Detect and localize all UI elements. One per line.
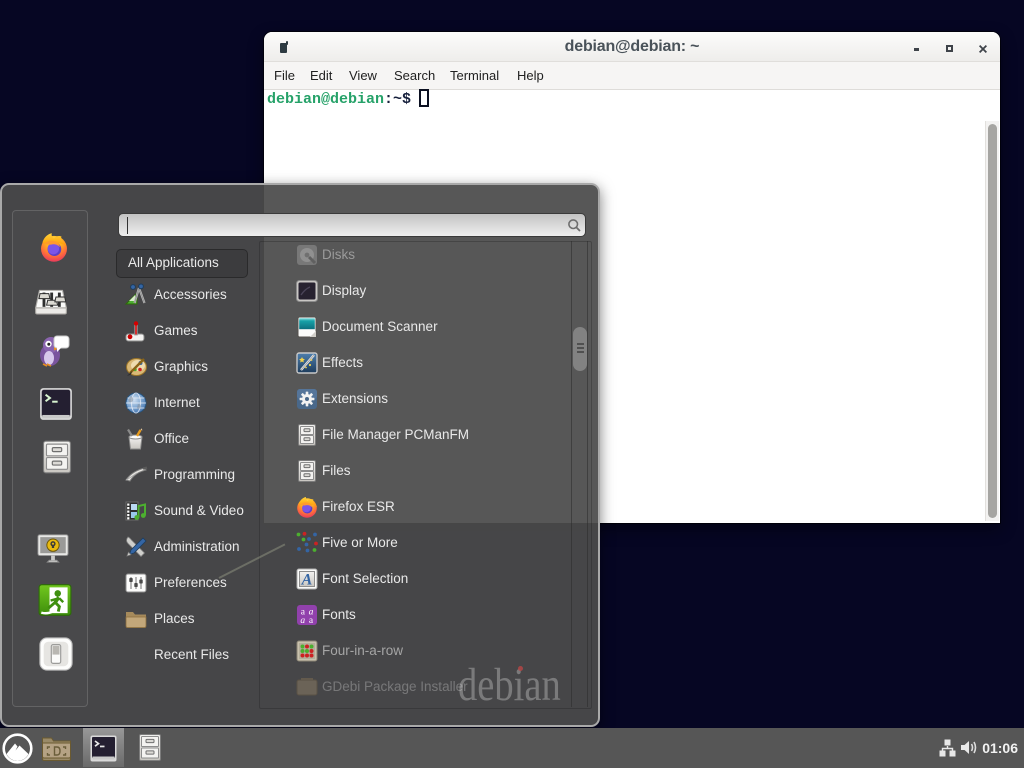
svg-text:a: a (300, 616, 305, 626)
svg-text:A: A (301, 572, 313, 589)
